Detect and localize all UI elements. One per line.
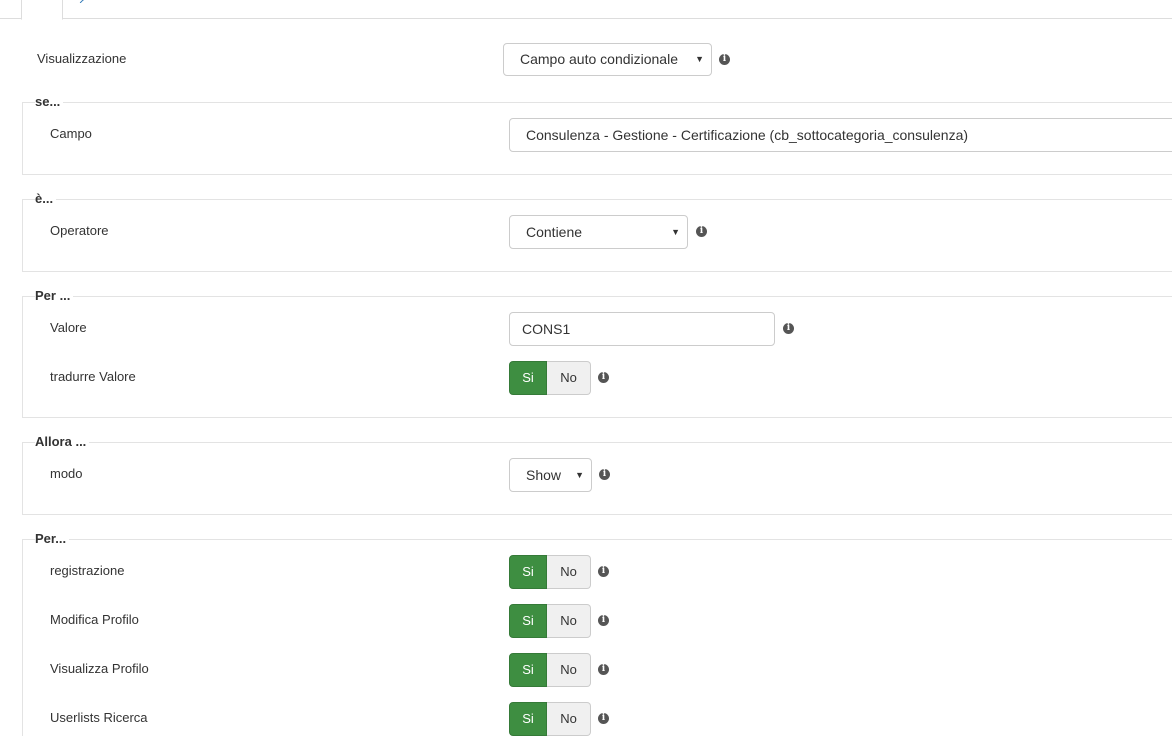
visualizzazione-value: Campo auto condizionale: [520, 51, 678, 67]
toggle-yes-button[interactable]: Si: [509, 653, 547, 687]
registrazione-label: registrazione: [50, 563, 125, 578]
operatore-value: Contiene: [526, 224, 583, 240]
tradurre-valore-label: tradurre Valore: [50, 369, 136, 384]
toggle-yes-button[interactable]: Si: [509, 702, 547, 736]
campo-value: Consulenza - Gestione - Certificazione (…: [526, 127, 969, 143]
campo-label: Campo: [50, 126, 92, 141]
condition-operator-legend: è...: [35, 191, 57, 207]
action-panel: [22, 442, 1172, 515]
condition-field-legend: se...: [35, 94, 64, 110]
toggle-yes-button[interactable]: Si: [509, 604, 547, 638]
visualizza-profilo-label: Visualizza Profilo: [50, 661, 149, 676]
info-icon[interactable]: i: [599, 469, 610, 480]
info-icon[interactable]: i: [783, 323, 794, 334]
chevron-down-icon: ▼: [671, 227, 680, 237]
info-icon[interactable]: i: [719, 54, 730, 65]
registrazione-toggle[interactable]: Si No: [509, 555, 591, 589]
info-icon[interactable]: i: [696, 226, 707, 237]
toggle-yes-button[interactable]: Si: [509, 361, 547, 395]
modifica-profilo-toggle[interactable]: Si No: [509, 604, 591, 638]
campo-select[interactable]: Consulenza - Gestione - Certificazione (…: [509, 118, 1172, 152]
toggle-yes-button[interactable]: Si: [509, 555, 547, 589]
modo-value: Show: [526, 467, 562, 483]
chevron-down-icon: ▼: [695, 54, 704, 64]
visualizzazione-label: Visualizzazione: [37, 51, 127, 66]
info-icon[interactable]: i: [598, 615, 609, 626]
modo-label: modo: [50, 466, 83, 481]
field-conditional-settings-page: 1 2 Visualizzazione Campo auto condizion…: [0, 0, 1172, 736]
tradurre-valore-toggle[interactable]: Si No: [509, 361, 591, 395]
chevron-down-icon: ▼: [575, 470, 584, 480]
tab-strip: 1 2: [0, 0, 1172, 20]
visualizza-profilo-toggle[interactable]: Si No: [509, 653, 591, 687]
valore-label: Valore: [50, 320, 87, 335]
toggle-no-button[interactable]: No: [547, 604, 591, 638]
valore-input[interactable]: CONS1: [509, 312, 775, 346]
operatore-label: Operatore: [50, 223, 109, 238]
toggle-no-button[interactable]: No: [547, 653, 591, 687]
toggle-no-button[interactable]: No: [547, 555, 591, 589]
action-legend: Allora ...: [35, 434, 90, 450]
modifica-profilo-label: Modifica Profilo: [50, 612, 139, 627]
userlists-ricerca-label: Userlists Ricerca: [50, 710, 148, 725]
locations-legend: Per...: [35, 531, 70, 547]
toggle-no-button[interactable]: No: [547, 361, 591, 395]
modo-select[interactable]: Show ▼: [509, 458, 592, 492]
info-icon[interactable]: i: [598, 372, 609, 383]
operatore-select[interactable]: Contiene ▼: [509, 215, 688, 249]
tab-active-label: 1: [38, 0, 45, 3]
locations-panel: [22, 539, 1172, 736]
info-icon[interactable]: i: [598, 664, 609, 675]
userlists-ricerca-toggle[interactable]: Si No: [509, 702, 591, 736]
condition-value-legend: Per ...: [35, 288, 74, 304]
toggle-no-button[interactable]: No: [547, 702, 591, 736]
tab-active[interactable]: 1: [21, 0, 63, 20]
tab-next[interactable]: 2: [79, 0, 86, 3]
visualizzazione-select[interactable]: Campo auto condizionale ▼: [503, 43, 712, 76]
info-icon[interactable]: i: [598, 566, 609, 577]
info-icon[interactable]: i: [598, 713, 609, 724]
